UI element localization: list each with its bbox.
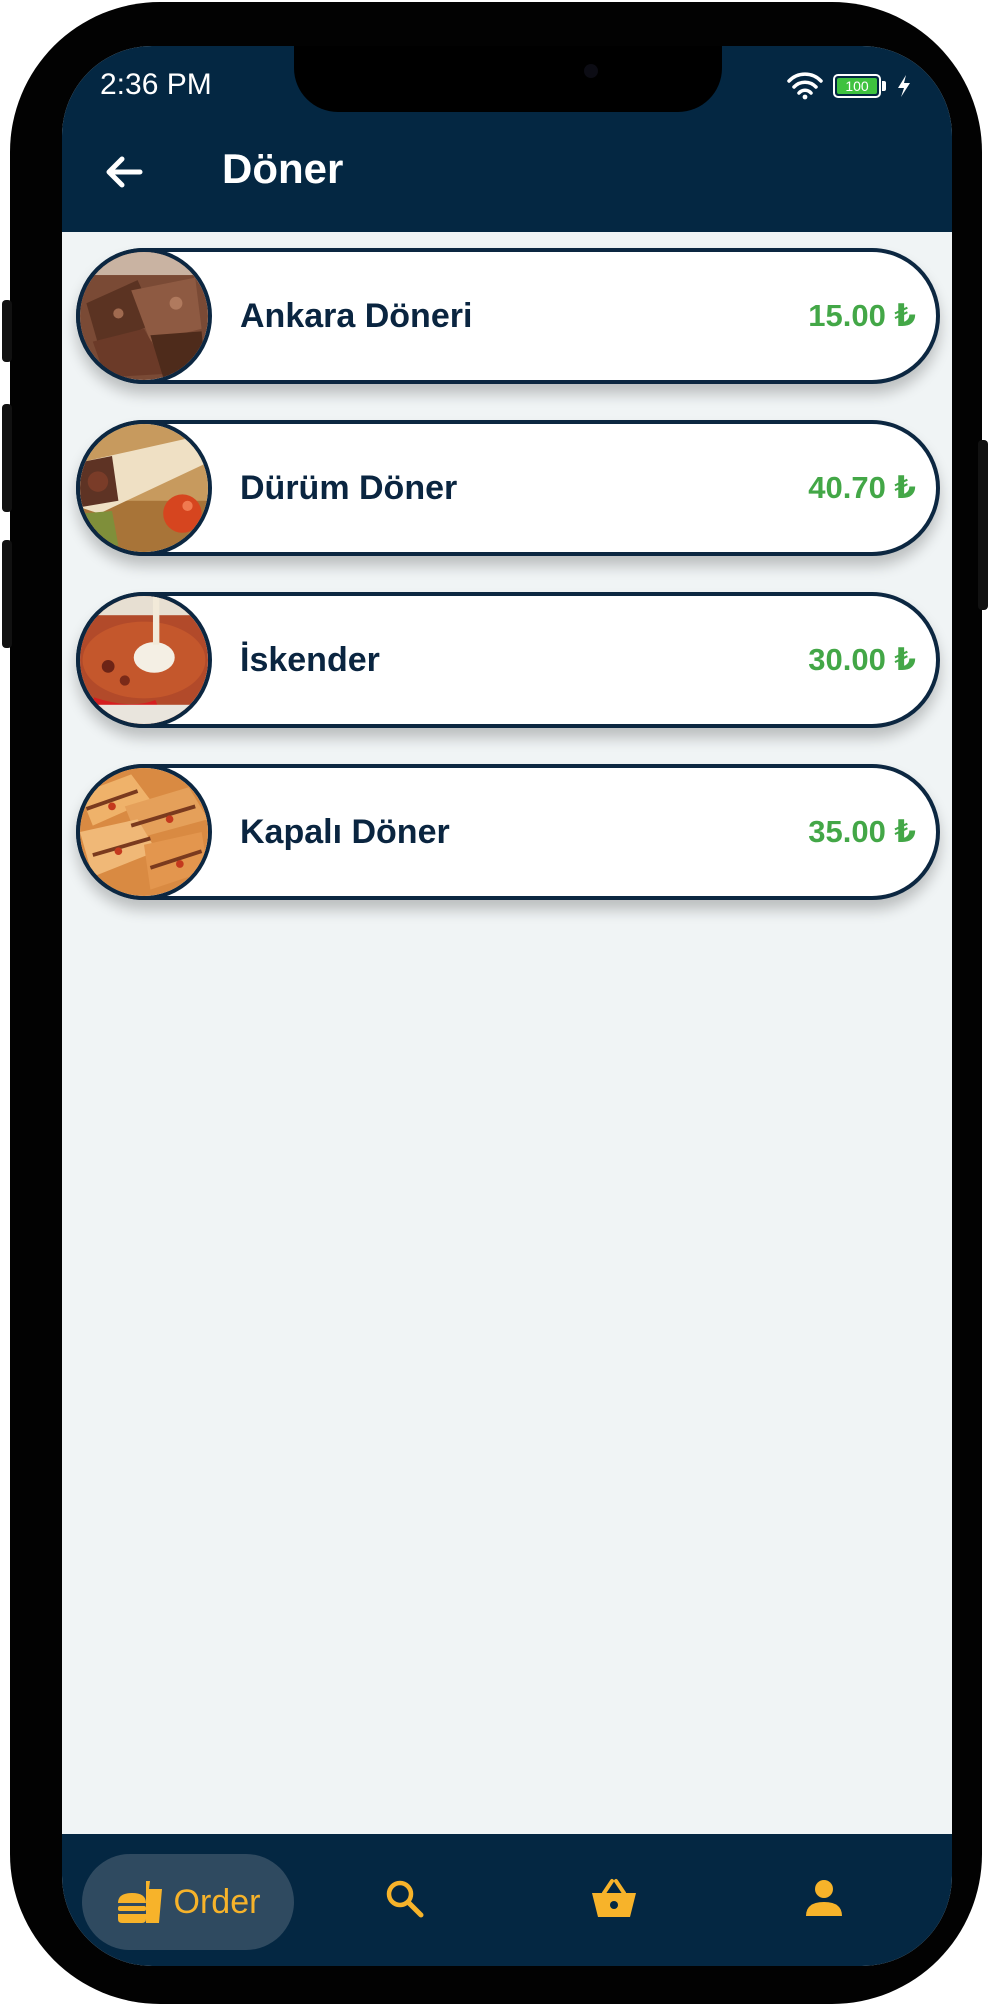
product-item[interactable]: Dürüm Döner 40.70 ₺ <box>76 420 940 556</box>
notch <box>294 46 722 112</box>
product-name: İskender <box>240 641 380 679</box>
product-name: Kapalı Döner <box>240 813 450 851</box>
wifi-icon <box>787 72 823 100</box>
product-name: Ankara Döneri <box>240 297 473 335</box>
arrow-left-icon <box>106 156 143 188</box>
product-price: 40.70 ₺ <box>808 470 916 505</box>
charging-bolt-icon <box>898 75 910 97</box>
nav-basket-button[interactable] <box>590 1874 638 1922</box>
product-image <box>76 248 212 384</box>
nav-search-button[interactable] <box>380 1874 428 1922</box>
person-icon <box>806 1880 842 1916</box>
screen: 2:36 PM 100 Döner Ankara Döneri 15.00 ₺ … <box>62 46 952 1966</box>
nav-order-button[interactable]: Order <box>82 1854 294 1950</box>
burger-drink-icon <box>117 1881 162 1923</box>
phone-frame: 2:36 PM 100 Döner Ankara Döneri 15.00 ₺ … <box>2 2 988 2004</box>
product-price: 35.00 ₺ <box>808 814 916 849</box>
volume-up-button <box>2 404 12 512</box>
basket-icon <box>592 1879 636 1917</box>
product-image <box>76 764 212 900</box>
nav-profile-button[interactable] <box>800 1874 848 1922</box>
product-price: 30.00 ₺ <box>808 642 916 677</box>
battery-icon: 100 <box>833 74 881 98</box>
product-image <box>76 420 212 556</box>
mute-switch <box>2 300 12 362</box>
status-time: 2:36 PM <box>100 68 212 101</box>
page-title: Döner <box>222 145 344 192</box>
product-item[interactable]: İskender 30.00 ₺ <box>76 592 940 728</box>
volume-down-button <box>2 540 12 648</box>
search-icon <box>386 1880 424 1918</box>
product-image <box>76 592 212 728</box>
product-item[interactable]: Kapalı Döner 35.00 ₺ <box>76 764 940 900</box>
power-button <box>978 440 988 610</box>
product-price: 15.00 ₺ <box>808 298 916 333</box>
battery-level: 100 <box>845 78 869 94</box>
nav-order-label: Order <box>173 1882 261 1921</box>
product-item[interactable]: Ankara Döneri 15.00 ₺ <box>76 248 940 384</box>
front-camera <box>584 64 598 78</box>
bottom-nav: Order <box>62 1834 952 1966</box>
back-button[interactable] <box>100 148 148 196</box>
product-name: Dürüm Döner <box>240 469 458 507</box>
status-icons: 100 <box>787 68 912 104</box>
